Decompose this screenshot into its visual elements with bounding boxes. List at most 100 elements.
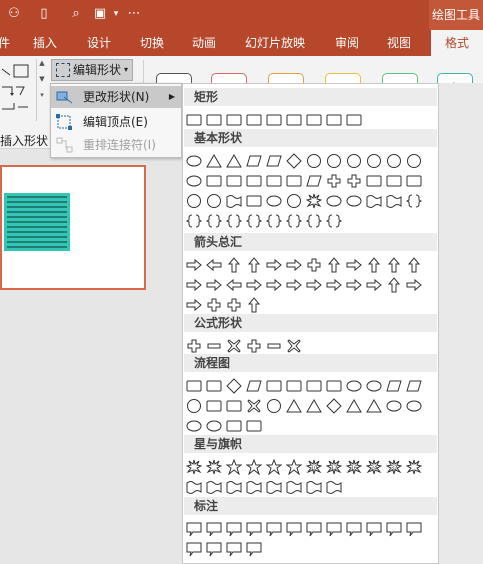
shape-basic-shapes-34[interactable] xyxy=(366,193,382,209)
shape-stars-banners-10[interactable]: 24 xyxy=(366,459,382,475)
shape-stars-banners-12[interactable] xyxy=(406,459,422,475)
shape-stars-banners-1[interactable] xyxy=(186,459,202,475)
shape-arrows-7[interactable] xyxy=(306,257,322,273)
shape-stars-banners-13[interactable] xyxy=(186,479,202,495)
shape-stars-banners-20[interactable] xyxy=(326,479,342,495)
shape-flowchart-28[interactable] xyxy=(246,418,262,434)
shape-callouts-6[interactable] xyxy=(286,521,302,537)
shape-callouts-3[interactable] xyxy=(226,521,242,537)
shape-stars-banners-8[interactable]: 12 xyxy=(326,459,342,475)
shape-basic-shapes-25[interactable] xyxy=(186,193,202,209)
shape-arrows-22[interactable] xyxy=(366,277,382,293)
shape-flowchart-18[interactable] xyxy=(286,398,302,414)
shape-arrows-1[interactable] xyxy=(186,257,202,273)
shape-flowchart-23[interactable] xyxy=(386,398,402,414)
shape-flowchart-16[interactable] xyxy=(246,398,262,414)
shape-flowchart-1[interactable] xyxy=(186,378,202,394)
shape-rectangles-2[interactable] xyxy=(206,112,222,128)
shape-basic-shapes-20[interactable] xyxy=(326,173,342,189)
shape-arrows-6[interactable] xyxy=(286,257,302,273)
tab-animations[interactable]: 动画 xyxy=(192,30,216,56)
shape-stars-banners-18[interactable] xyxy=(286,479,302,495)
shape-arrows-13[interactable] xyxy=(186,277,202,293)
shape-callouts-8[interactable] xyxy=(326,521,342,537)
tab-transitions[interactable]: 切换 xyxy=(140,30,164,56)
shape-equation-shapes-3[interactable] xyxy=(226,338,242,354)
tab-slideshow[interactable]: 幻灯片放映 xyxy=(245,30,305,56)
shape-callouts-13[interactable] xyxy=(186,541,202,557)
shape-basic-shapes-22[interactable] xyxy=(366,173,382,189)
shape-flowchart-4[interactable] xyxy=(246,378,262,394)
tab-insert[interactable]: 插入 xyxy=(33,30,57,56)
shape-basic-shapes-29[interactable] xyxy=(266,193,282,209)
shape-gallery-icon[interactable] xyxy=(0,61,36,121)
shape-stars-banners-7[interactable]: 10 xyxy=(306,459,322,475)
shape-arrows-21[interactable] xyxy=(346,277,362,293)
shape-flowchart-20[interactable] xyxy=(326,398,342,414)
shape-stars-banners-9[interactable]: 16 xyxy=(346,459,362,475)
shape-basic-shapes-16[interactable] xyxy=(246,173,262,189)
shape-flowchart-14[interactable] xyxy=(206,398,222,414)
new-file-icon[interactable]: ▯ xyxy=(36,6,52,22)
shape-stars-banners-4[interactable] xyxy=(246,459,262,475)
shape-basic-shapes-1[interactable] xyxy=(186,153,202,169)
shape-basic-shapes-10[interactable] xyxy=(366,153,382,169)
shape-equation-shapes-4[interactable] xyxy=(246,338,262,354)
shape-equation-shapes-5[interactable] xyxy=(266,338,282,354)
shape-stars-banners-17[interactable] xyxy=(266,479,282,495)
shape-basic-shapes-43[interactable] xyxy=(306,213,322,229)
shape-basic-shapes-30[interactable] xyxy=(286,193,302,209)
shape-flowchart-17[interactable] xyxy=(266,398,282,414)
shape-arrows-9[interactable] xyxy=(346,257,362,273)
shape-flowchart-12[interactable] xyxy=(406,378,422,394)
shape-basic-shapes-17[interactable] xyxy=(266,173,282,189)
shape-basic-shapes-41[interactable] xyxy=(266,213,282,229)
shape-basic-shapes-23[interactable] xyxy=(386,173,402,189)
shape-stars-banners-16[interactable] xyxy=(246,479,262,495)
menu-change-shape[interactable]: 更改形状(N) ▶ xyxy=(51,86,181,108)
shape-basic-shapes-42[interactable] xyxy=(286,213,302,229)
shape-basic-shapes-24[interactable] xyxy=(406,173,422,189)
shape-flowchart-8[interactable] xyxy=(326,378,342,394)
slide-thumbnail[interactable] xyxy=(0,165,146,290)
shape-rectangles-4[interactable] xyxy=(246,112,262,128)
edit-shape-button[interactable]: 编辑形状 ▾ xyxy=(51,59,133,81)
print-preview-icon[interactable]: ⌕ xyxy=(68,6,84,22)
shape-basic-shapes-12[interactable] xyxy=(406,153,422,169)
shape-equation-shapes-6[interactable] xyxy=(286,338,302,354)
shape-arrows-14[interactable] xyxy=(206,277,222,293)
slide-textbox[interactable] xyxy=(4,193,70,251)
shape-arrows-28[interactable] xyxy=(246,297,262,313)
shape-arrows-20[interactable] xyxy=(326,277,342,293)
shape-arrows-18[interactable] xyxy=(286,277,302,293)
shape-flowchart-13[interactable] xyxy=(186,398,202,414)
shape-equation-shapes-1[interactable] xyxy=(186,338,202,354)
shape-flowchart-22[interactable] xyxy=(366,398,382,414)
presenter-icon[interactable]: ⚇ xyxy=(6,6,22,22)
shape-arrows-11[interactable] xyxy=(386,257,402,273)
shape-flowchart-21[interactable] xyxy=(346,398,362,414)
shape-equation-shapes-2[interactable] xyxy=(206,338,222,354)
screenshot-icon[interactable]: ▣ xyxy=(92,6,108,22)
shape-basic-shapes-7[interactable] xyxy=(306,153,322,169)
shape-arrows-4[interactable] xyxy=(246,257,262,273)
shape-basic-shapes-11[interactable] xyxy=(386,153,402,169)
shape-basic-shapes-9[interactable] xyxy=(346,153,362,169)
shape-callouts-10[interactable] xyxy=(366,521,382,537)
shape-basic-shapes-6[interactable] xyxy=(286,153,302,169)
shape-stars-banners-2[interactable] xyxy=(206,459,222,475)
shape-rectangles-1[interactable] xyxy=(186,112,202,128)
shape-basic-shapes-14[interactable] xyxy=(206,173,222,189)
shape-basic-shapes-13[interactable] xyxy=(186,173,202,189)
shape-arrows-26[interactable] xyxy=(206,297,222,313)
shape-flowchart-19[interactable] xyxy=(306,398,322,414)
shape-basic-shapes-31[interactable] xyxy=(306,193,322,209)
shape-rectangles-3[interactable] xyxy=(226,112,242,128)
shape-callouts-1[interactable] xyxy=(186,521,202,537)
shape-arrows-10[interactable] xyxy=(366,257,382,273)
shape-stars-banners-3[interactable] xyxy=(226,459,242,475)
shape-arrows-3[interactable] xyxy=(226,257,242,273)
shape-basic-shapes-32[interactable] xyxy=(326,193,342,209)
tab-design[interactable]: 设计 xyxy=(87,30,111,56)
shape-arrows-19[interactable] xyxy=(306,277,322,293)
